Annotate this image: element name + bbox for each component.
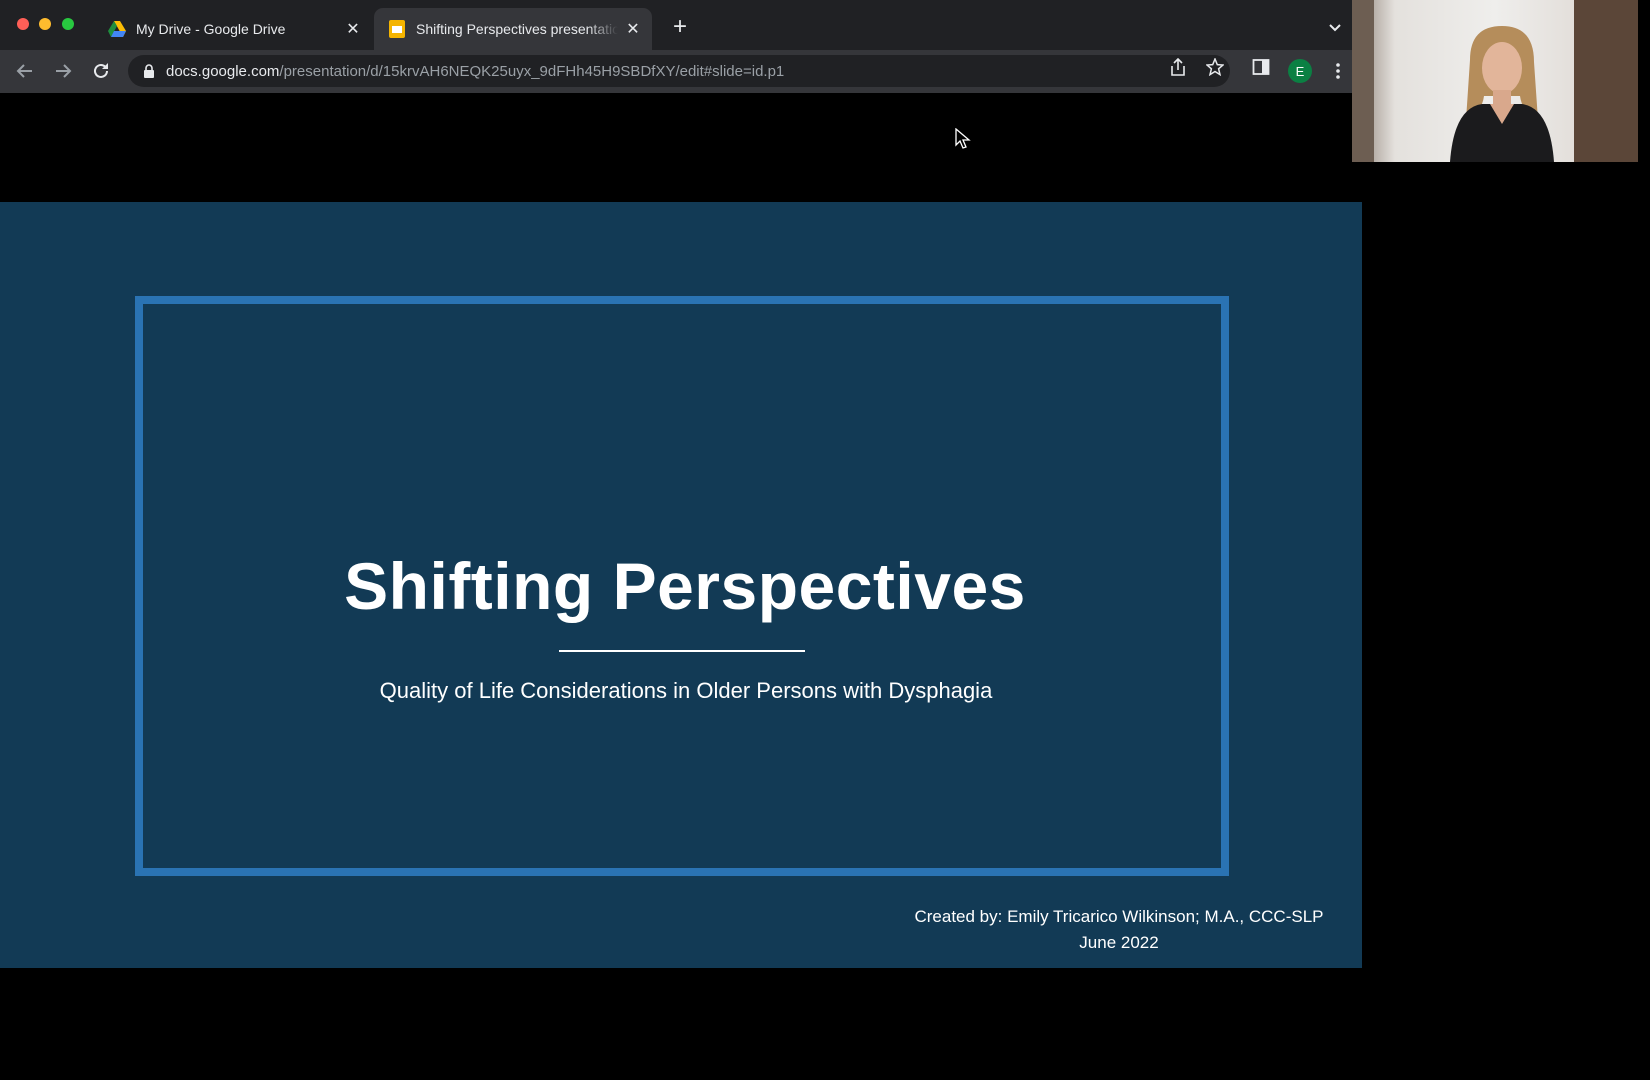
new-tab-button[interactable]: + xyxy=(668,15,692,40)
tab-label: My Drive - Google Drive xyxy=(136,21,286,37)
credit-author: Created by: Emily Tricarico Wilkinson; M… xyxy=(914,907,1324,926)
close-tab-icon[interactable]: ✕ xyxy=(624,20,642,38)
lock-icon[interactable] xyxy=(142,64,156,78)
reload-icon[interactable] xyxy=(90,60,112,82)
url-text: docs.google.com/presentation/d/15krvAH6N… xyxy=(166,63,784,80)
tab-my-drive[interactable]: My Drive - Google Drive ✕ xyxy=(94,8,372,50)
side-panel-icon[interactable] xyxy=(1251,57,1271,77)
close-window-button[interactable] xyxy=(17,18,29,30)
slide-title: Shifting Perspectives xyxy=(344,549,1026,623)
credit-date: June 2022 xyxy=(1079,933,1159,952)
address-bar[interactable]: docs.google.com/presentation/d/15krvAH6N… xyxy=(128,55,1230,87)
url-path: /presentation/d/15krvAH6NEQK25uyx_9dFHh4… xyxy=(279,62,785,80)
google-drive-icon xyxy=(108,20,126,38)
url-host: docs.google.com xyxy=(166,62,280,80)
presenter-video-thumbnail xyxy=(1352,0,1638,162)
tab-shifting-perspectives[interactable]: Shifting Perspectives presentation ✕ xyxy=(374,8,652,50)
chevron-down-icon[interactable] xyxy=(1326,18,1344,36)
more-options-icon[interactable] xyxy=(1328,60,1348,82)
slide-credit: Created by: Emily Tricarico Wilkinson; M… xyxy=(880,904,1358,956)
share-icon[interactable] xyxy=(1168,57,1188,77)
presenter-video-image xyxy=(1352,0,1638,162)
presentation-slide[interactable]: Shifting Perspectives Quality of Life Co… xyxy=(0,202,1362,968)
bookmark-star-icon[interactable] xyxy=(1205,57,1225,77)
forward-arrow-icon[interactable] xyxy=(52,60,74,82)
minimize-window-button[interactable] xyxy=(39,18,51,30)
title-underline xyxy=(559,650,805,652)
profile-avatar[interactable]: E xyxy=(1288,59,1312,83)
slide-subtitle: Quality of Life Considerations in Older … xyxy=(379,678,993,703)
back-arrow-icon[interactable] xyxy=(14,60,36,82)
browser-toolbar: docs.google.com/presentation/d/15krvAH6N… xyxy=(0,50,1352,93)
google-slides-icon xyxy=(388,20,406,38)
close-tab-icon[interactable]: ✕ xyxy=(344,20,362,38)
tab-strip: My Drive - Google Drive ✕ Shifting Persp… xyxy=(0,0,1352,50)
mouse-cursor-icon xyxy=(955,128,971,149)
maximize-window-button[interactable] xyxy=(62,18,74,30)
tab-label: Shifting Perspectives presentation xyxy=(416,21,618,37)
browser-window: My Drive - Google Drive ✕ Shifting Persp… xyxy=(0,0,1352,93)
